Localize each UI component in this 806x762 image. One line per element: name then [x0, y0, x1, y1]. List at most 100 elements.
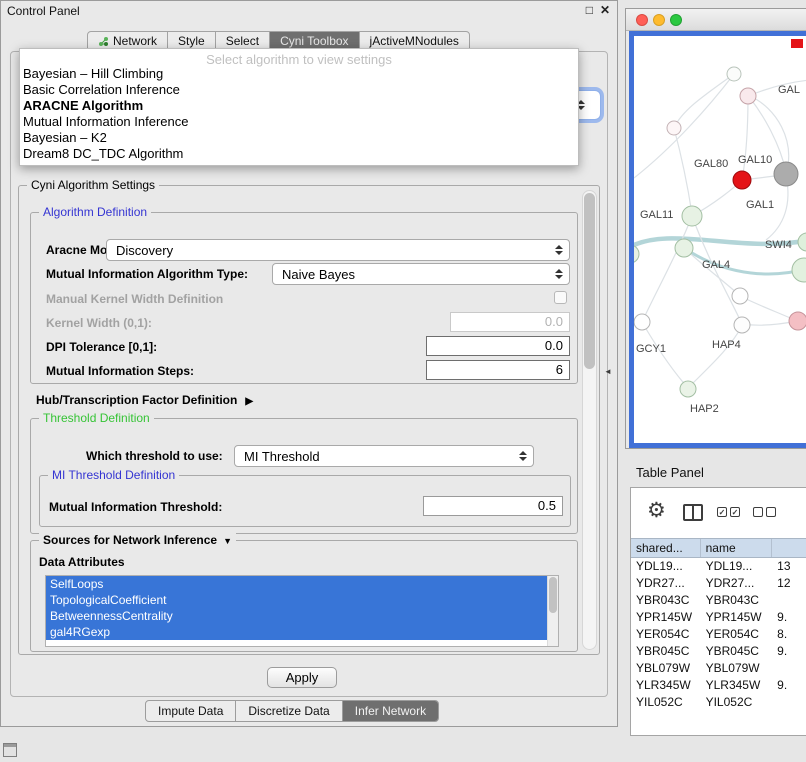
which-threshold-combobox[interactable]: MI Threshold — [234, 445, 534, 467]
zoom-traffic-light-icon[interactable] — [670, 14, 682, 26]
scrollbar-thumb[interactable] — [549, 577, 557, 613]
network-node[interactable] — [798, 233, 806, 251]
hub-definition-toggle[interactable]: Hub/Transcription Factor Definition▶ — [36, 393, 253, 407]
network-node[interactable] — [774, 162, 798, 186]
attribute-item[interactable]: TopologicalCoefficient — [46, 592, 547, 608]
network-node[interactable] — [734, 317, 750, 333]
dropdown-option[interactable]: Mutual Information Inference — [20, 114, 578, 130]
gear-icon[interactable]: ⚙ — [647, 498, 666, 523]
network-node[interactable] — [727, 67, 741, 81]
network-node[interactable] — [667, 121, 681, 135]
mi-steps-input[interactable]: 6 — [426, 360, 570, 380]
network-graph[interactable]: GALGAL80GAL10GAL1GAL11SWI4GAL4GCY1HAP4HA… — [634, 36, 806, 443]
network-node[interactable] — [680, 381, 696, 397]
dropdown-option[interactable]: Bayesian – K2 — [20, 130, 578, 146]
table-row[interactable]: YPR145WYPR145W9. — [631, 609, 806, 626]
network-node[interactable] — [733, 171, 751, 189]
table-row[interactable]: YLR345WYLR345W9. — [631, 677, 806, 694]
network-edge[interactable] — [674, 74, 734, 128]
dpi-tolerance-input[interactable]: 0.0 — [426, 336, 570, 356]
network-node[interactable] — [634, 314, 650, 330]
mi-threshold-input[interactable]: 0.5 — [423, 496, 563, 516]
group-title: MI Threshold Definition — [48, 468, 179, 482]
red-marker — [791, 39, 803, 48]
table-row[interactable]: YIL052CYIL052C — [631, 694, 806, 711]
network-edge[interactable] — [684, 248, 740, 296]
table-body: YDL19...YDL19...13 YDR27...YDR27...12 YB… — [631, 558, 806, 711]
node-label: GAL80 — [694, 158, 728, 170]
network-edge[interactable] — [642, 322, 688, 388]
network-node[interactable] — [675, 239, 693, 257]
column-header[interactable] — [772, 539, 806, 557]
dropdown-option-selected[interactable]: ARACNE Algorithm — [20, 98, 578, 114]
table-row[interactable]: YBR043CYBR043C — [631, 592, 806, 609]
table-row[interactable]: YDR27...YDR27...12 — [631, 575, 806, 592]
node-label: HAP4 — [712, 339, 741, 351]
close-window-icon[interactable]: ✕ — [600, 3, 610, 17]
docked-panel-icon[interactable] — [3, 743, 17, 757]
dropdown-option[interactable]: Dream8 DC_TDC Algorithm — [20, 146, 578, 162]
combobox-value: Naive Bayes — [273, 267, 553, 282]
network-node[interactable] — [792, 258, 806, 282]
network-edge[interactable] — [742, 96, 748, 180]
network-edge[interactable] — [688, 326, 742, 388]
attribute-item[interactable]: SelfLoops — [46, 576, 547, 592]
attribute-item[interactable]: BetweennessCentrality — [46, 608, 547, 624]
network-tab-icon — [98, 36, 109, 47]
node-label: SWI4 — [765, 239, 792, 251]
apply-button[interactable]: Apply — [267, 667, 337, 688]
manual-kernel-width-checkbox[interactable] — [554, 291, 567, 304]
column-header-shared-name[interactable]: shared... — [631, 539, 701, 557]
cell: YER054C — [701, 626, 773, 643]
settings-scrollbar[interactable] — [582, 190, 597, 650]
column-header-name[interactable]: name — [701, 539, 773, 557]
close-traffic-light-icon[interactable] — [636, 14, 648, 26]
cell: YDL19... — [631, 558, 701, 575]
cell: YBL079W — [631, 660, 701, 677]
network-node[interactable] — [740, 88, 756, 104]
tab-impute-data[interactable]: Impute Data — [146, 701, 235, 721]
mi-algorithm-type-combobox[interactable]: Naive Bayes — [272, 263, 570, 285]
network-node[interactable] — [634, 245, 639, 263]
network-edge[interactable] — [674, 128, 692, 214]
table-row[interactable]: YDL19...YDL19...13 — [631, 558, 806, 575]
tab-discretize-data[interactable]: Discretize Data — [235, 701, 341, 721]
select-all-check-icon[interactable]: ✓ — [730, 507, 740, 517]
collapse-arrow-icon: ▶ — [245, 396, 253, 407]
attribute-item[interactable]: gal4RGexp — [46, 624, 547, 640]
sources-toggle[interactable]: Sources for Network Inference▼ — [39, 533, 236, 547]
dropdown-option[interactable]: Basic Correlation Inference — [20, 82, 578, 98]
cell: 13 — [772, 558, 806, 575]
network-node[interactable] — [732, 288, 748, 304]
deselect-all-box-icon[interactable] — [753, 507, 763, 517]
aracne-mode-combobox[interactable]: Discovery — [106, 239, 570, 261]
cell: YBR045C — [631, 643, 701, 660]
network-edge[interactable] — [642, 216, 692, 322]
network-canvas[interactable]: GALGAL80GAL10GAL1GAL11SWI4GAL4GCY1HAP4HA… — [629, 31, 806, 448]
columns-icon[interactable] — [683, 504, 703, 521]
scrollbar-thumb[interactable] — [584, 193, 595, 369]
cell: YBR043C — [631, 592, 701, 609]
network-node[interactable] — [789, 312, 806, 330]
select-all-check-icon[interactable]: ✓ — [717, 507, 727, 517]
data-attributes-list[interactable]: SelfLoops TopologicalCoefficient Between… — [45, 575, 559, 647]
cell: 8. — [772, 626, 806, 643]
float-window-icon[interactable]: □ — [586, 3, 593, 17]
table-row[interactable]: YER054CYER054C8. — [631, 626, 806, 643]
cell: YDR27... — [701, 575, 773, 592]
table-row[interactable]: YBR045CYBR045C9. — [631, 643, 806, 660]
splitter-collapse-icon[interactable]: ◄ — [604, 367, 612, 376]
deselect-all-box-icon[interactable] — [766, 507, 776, 517]
network-node[interactable] — [682, 206, 702, 226]
table-row[interactable]: YBL079WYBL079W — [631, 660, 806, 677]
cyni-algorithm-settings-group: Cyni Algorithm Settings Algorithm Defini… — [18, 185, 600, 655]
dropdown-option[interactable]: Bayesian – Hill Climbing — [20, 66, 578, 82]
list-scrollbar[interactable] — [547, 576, 558, 646]
minimize-traffic-light-icon[interactable] — [653, 14, 665, 26]
network-window-titlebar[interactable] — [626, 9, 806, 31]
node-label: GAL4 — [702, 259, 730, 271]
tab-infer-network[interactable]: Infer Network — [342, 701, 438, 721]
mi-threshold-definition-group: MI Threshold Definition Mutual Informati… — [39, 475, 571, 527]
kernel-width-input[interactable]: 0.0 — [450, 312, 570, 332]
network-edge[interactable] — [740, 296, 797, 321]
